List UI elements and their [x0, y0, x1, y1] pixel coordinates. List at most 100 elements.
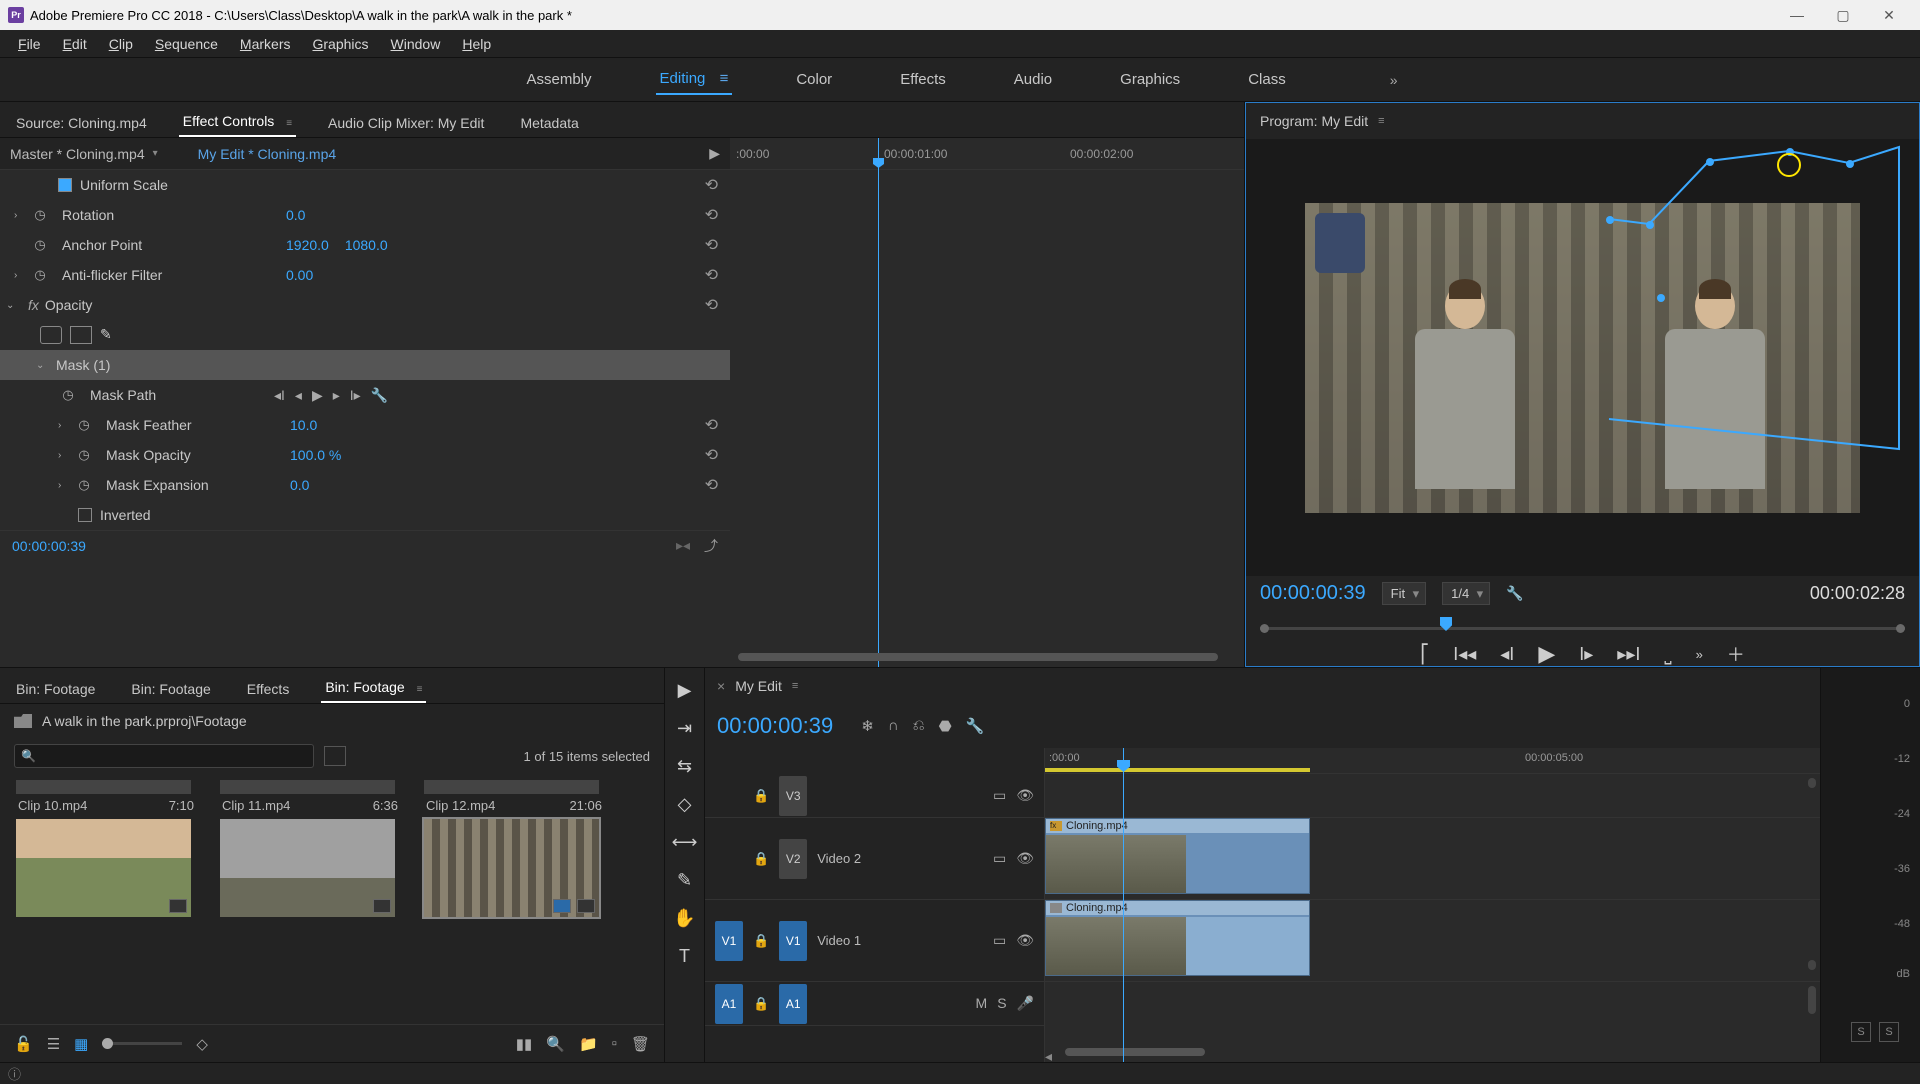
v-scroll-thumb[interactable]: [1808, 778, 1816, 788]
tab-bin-1[interactable]: Bin: Footage: [12, 675, 99, 703]
uniform-scale-checkbox[interactable]: [58, 178, 72, 192]
solo-left-button[interactable]: S: [1851, 1022, 1871, 1042]
chevron-down-icon[interactable]: ▾: [153, 148, 158, 159]
panel-menu-icon[interactable]: ≡: [417, 684, 423, 695]
stopwatch-icon[interactable]: ◷: [58, 385, 78, 405]
workspace-audio[interactable]: Audio: [1010, 65, 1056, 94]
zoom-fit-select[interactable]: Fit: [1382, 582, 1426, 605]
export-frame-icon[interactable]: ⤴: [704, 536, 718, 556]
timeline-ruler[interactable]: :00:00 00:00:05:00: [1045, 748, 1820, 774]
close-button[interactable]: ✕: [1866, 0, 1912, 30]
sort-icon[interactable]: ◇: [196, 1035, 208, 1053]
program-scrubber[interactable]: [1260, 611, 1905, 633]
sequence-name[interactable]: My Edit: [735, 678, 782, 694]
project-breadcrumb[interactable]: A walk in the park.prproj\Footage: [42, 713, 247, 729]
menu-markers[interactable]: Markers: [230, 33, 301, 55]
mask-expansion-value[interactable]: 0.0: [290, 477, 325, 493]
program-timecode[interactable]: 00:00:00:39: [1260, 582, 1366, 605]
expand-icon[interactable]: ›: [58, 420, 74, 431]
source-patch-a1[interactable]: A1: [715, 984, 743, 1024]
ec-timecode[interactable]: 00:00:00:39: [12, 538, 86, 554]
collapse-icon[interactable]: ⌄: [6, 300, 22, 311]
clip-thumbnail[interactable]: Clip 10.mp47:10: [16, 780, 196, 917]
loop-icon[interactable]: ▸◂: [676, 537, 690, 554]
menu-window[interactable]: Window: [381, 33, 451, 55]
tab-effects[interactable]: Effects: [243, 675, 294, 703]
eye-icon[interactable]: 👁: [1016, 787, 1034, 804]
go-to-out-icon[interactable]: ▸▸I: [1617, 644, 1640, 665]
ellipse-mask-icon[interactable]: [40, 326, 62, 344]
track-target-a1[interactable]: A1: [779, 984, 807, 1024]
lift-icon[interactable]: ⎵: [1664, 644, 1671, 665]
menu-graphics[interactable]: Graphics: [303, 33, 379, 55]
track-forward-1frame-icon[interactable]: I▸: [350, 387, 361, 404]
icon-view-icon[interactable]: ▦: [74, 1035, 88, 1053]
track-play-icon[interactable]: ▶: [312, 387, 323, 404]
lock-icon[interactable]: 🔒: [753, 933, 769, 949]
expand-icon[interactable]: ›: [58, 450, 74, 461]
stopwatch-icon[interactable]: ◷: [74, 415, 94, 435]
workspace-overflow-icon[interactable]: »: [1390, 72, 1398, 88]
linked-selection-icon[interactable]: ⎌: [913, 717, 925, 735]
voice-record-icon[interactable]: 🎤: [1017, 995, 1034, 1012]
rotation-value[interactable]: 0.0: [286, 207, 321, 223]
solo-right-button[interactable]: S: [1879, 1022, 1899, 1042]
workspace-class[interactable]: Class: [1244, 65, 1290, 94]
info-icon[interactable]: ⓘ: [8, 1064, 21, 1083]
expand-icon[interactable]: ›: [14, 210, 30, 221]
fx-badge-icon[interactable]: fx: [28, 297, 39, 313]
eye-icon[interactable]: 👁: [1016, 850, 1034, 867]
ec-h-scrollbar[interactable]: [738, 653, 1236, 661]
track-target-v2[interactable]: V2: [779, 839, 807, 879]
ec-timeline-area[interactable]: :00:00 00:00:01:00 00:00:02:00: [730, 138, 1244, 667]
menu-clip[interactable]: Clip: [99, 33, 143, 55]
reset-icon[interactable]: ⟲: [705, 175, 718, 195]
workspace-effects[interactable]: Effects: [896, 65, 950, 94]
timeline-playhead[interactable]: [1123, 748, 1124, 1062]
ec-playhead[interactable]: [878, 138, 879, 667]
step-back-icon[interactable]: ◂I: [1500, 644, 1514, 665]
track-v1-header[interactable]: V1 🔒 V1 Video 1 ▭👁: [705, 900, 1044, 982]
track-a1-header[interactable]: A1 🔒 A1 M S 🎤: [705, 982, 1044, 1026]
magnet-icon[interactable]: ∩: [888, 717, 899, 735]
track-forward-icon[interactable]: ▸: [333, 387, 340, 404]
inverted-checkbox[interactable]: [78, 508, 92, 522]
stopwatch-icon[interactable]: ◷: [30, 235, 50, 255]
bin-folder-icon[interactable]: [14, 714, 32, 728]
slip-tool-icon[interactable]: ⟷: [673, 830, 697, 854]
new-bin-icon[interactable]: 📁: [579, 1035, 598, 1053]
resolution-select[interactable]: 1/4: [1442, 582, 1490, 605]
tab-audio-mixer[interactable]: Audio Clip Mixer: My Edit: [324, 109, 488, 137]
track-select-tool-icon[interactable]: ⇥: [673, 716, 697, 740]
maximize-button[interactable]: ▢: [1820, 0, 1866, 30]
stopwatch-icon[interactable]: ◷: [74, 445, 94, 465]
lock-icon[interactable]: 🔒: [753, 788, 769, 804]
panel-menu-icon[interactable]: ≡: [1378, 115, 1384, 127]
toggle-output-icon[interactable]: ▭: [993, 850, 1006, 867]
toggle-output-icon[interactable]: ▭: [993, 932, 1006, 949]
panel-menu-icon[interactable]: ≡: [792, 680, 798, 692]
expand-icon[interactable]: ›: [58, 480, 74, 491]
settings-icon[interactable]: 🔧: [966, 717, 985, 735]
track-v3-header[interactable]: 🔒 V3 ▭👁: [705, 774, 1044, 818]
source-patch-v1[interactable]: V1: [715, 921, 743, 961]
new-search-bin-icon[interactable]: [324, 746, 346, 766]
reset-icon[interactable]: ⟲: [705, 235, 718, 255]
anchor-y-value[interactable]: 1080.0: [345, 237, 404, 253]
razor-tool-icon[interactable]: ◇: [673, 792, 697, 816]
tab-effect-controls[interactable]: Effect Controls ≡: [179, 107, 296, 137]
tab-bin-2[interactable]: Bin: Footage: [127, 675, 214, 703]
mark-in-icon[interactable]: ⎡: [1420, 644, 1429, 665]
workspace-editing[interactable]: Editing ≡: [656, 64, 733, 95]
menu-file[interactable]: File: [8, 33, 51, 55]
timeline-clip-v2[interactable]: fxCloning.mp4: [1045, 818, 1310, 894]
stopwatch-icon[interactable]: ◷: [74, 475, 94, 495]
menu-edit[interactable]: Edit: [53, 33, 97, 55]
menu-sequence[interactable]: Sequence: [145, 33, 228, 55]
new-item-icon[interactable]: ▫: [612, 1035, 617, 1052]
wrench-icon[interactable]: 🔧: [371, 387, 388, 404]
clip-thumbnail[interactable]: Clip 12.mp421:06: [424, 780, 604, 917]
program-title[interactable]: Program: My Edit: [1260, 113, 1368, 129]
type-tool-icon[interactable]: T: [673, 944, 697, 968]
list-view-icon[interactable]: ☰: [47, 1035, 60, 1053]
